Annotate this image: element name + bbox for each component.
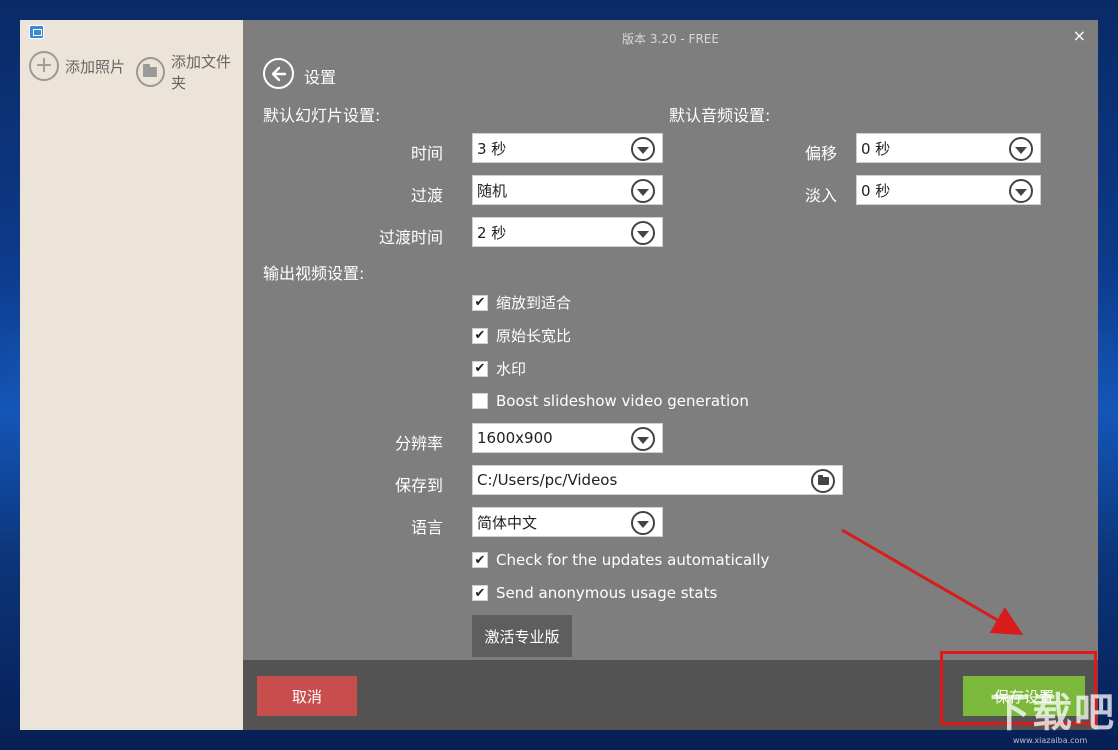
fade-in-value: 0 秒 (861, 181, 891, 200)
version-label: 版本 3.20 - FREE (622, 32, 719, 46)
check-icon: ✔ (474, 552, 486, 568)
chevron-down-icon (1009, 179, 1033, 203)
annotation-arrow (841, 528, 1024, 636)
time-value: 3 秒 (477, 139, 507, 158)
chevron-down-icon (631, 137, 655, 161)
transition-time-value: 2 秒 (477, 223, 507, 242)
checkbox-label: 水印 (496, 360, 527, 378)
time-label: 时间 (410, 144, 443, 163)
activate-pro-button[interactable]: 激活专业版 (472, 615, 572, 657)
app-icon (29, 25, 44, 39)
offset-value: 0 秒 (861, 139, 891, 158)
check-icon: ✔ (474, 585, 486, 601)
checkbox-box[interactable]: ✔ (472, 360, 488, 377)
checkbox-watermark[interactable]: ✔ 水印 (472, 358, 526, 379)
resolution-value: 1600x900 (477, 429, 553, 447)
folder-icon (817, 475, 829, 485)
offset-label: 偏移 (804, 144, 837, 163)
transition-select[interactable]: 随机 (472, 175, 663, 205)
checkbox-box[interactable]: ✔ (472, 585, 488, 601)
plus-icon: + (29, 51, 59, 81)
add-folder-button[interactable]: 添加文件夹 (136, 51, 243, 93)
chevron-down-icon (631, 221, 655, 245)
slideshow-section-title: 默认幻灯片设置: (263, 106, 381, 125)
checkbox-fit-scale[interactable]: ✔ 缩放到适合 (472, 292, 571, 313)
watermark-url: www.xiazaiba.com (1013, 736, 1088, 745)
language-select[interactable]: 简体中文 (472, 507, 663, 537)
fade-in-select[interactable]: 0 秒 (856, 175, 1041, 205)
watermark-logo: 下载吧 (990, 690, 1116, 736)
check-icon: ✔ (474, 361, 486, 376)
fade-in-label: 淡入 (804, 186, 837, 205)
checkbox-box[interactable]: ✔ (472, 294, 488, 311)
check-icon: ✔ (474, 328, 486, 343)
save-path-field[interactable]: C:/Users/pc/Videos (472, 465, 843, 495)
resolution-select[interactable]: 1600x900 (472, 423, 663, 453)
save-path-value: C:/Users/pc/Videos (477, 471, 618, 489)
chevron-down-icon (631, 511, 655, 535)
arrow-left-icon (271, 66, 286, 81)
checkbox-boost-generation[interactable]: Boost slideshow video generation (472, 392, 749, 410)
resolution-label: 分辨率 (394, 434, 443, 453)
add-folder-label: 添加文件夹 (170, 53, 231, 92)
transition-label: 过渡 (410, 186, 443, 205)
transition-value: 随机 (477, 181, 508, 200)
close-icon[interactable]: × (1073, 26, 1086, 45)
output-section-title: 输出视频设置: (263, 264, 365, 283)
checkbox-label: Send anonymous usage stats (496, 584, 718, 602)
chevron-down-icon (631, 427, 655, 451)
checkbox-label: 缩放到适合 (496, 294, 572, 312)
checkbox-box[interactable]: ✔ (472, 552, 488, 568)
save-to-label: 保存到 (394, 476, 443, 495)
folder-icon (136, 57, 165, 87)
checkbox-original-aspect[interactable]: ✔ 原始长宽比 (472, 325, 571, 346)
checkbox-label: Check for the updates automatically (496, 551, 770, 569)
add-photos-label: 添加照片 (65, 57, 126, 76)
language-value: 简体中文 (477, 513, 538, 532)
audio-section-title: 默认音频设置: (669, 106, 771, 125)
offset-select[interactable]: 0 秒 (856, 133, 1041, 163)
chevron-down-icon (1009, 137, 1033, 161)
back-button[interactable] (263, 58, 294, 89)
cancel-button[interactable]: 取消 (257, 676, 357, 716)
page-title: 设置 (304, 68, 337, 87)
checkbox-box[interactable]: ✔ (472, 327, 488, 344)
checkbox-label: 原始长宽比 (496, 327, 572, 345)
time-select[interactable]: 3 秒 (472, 133, 663, 163)
browse-folder-button[interactable] (811, 469, 835, 493)
checkbox-usage-stats[interactable]: ✔ Send anonymous usage stats (472, 584, 717, 602)
checkbox-label: Boost slideshow video generation (496, 392, 749, 410)
add-photos-button[interactable]: + 添加照片 (29, 51, 125, 81)
check-icon: ✔ (474, 295, 486, 310)
photo-list-panel: + 添加照片 添加文件夹 (20, 20, 243, 730)
transition-time-label: 过渡时间 (378, 228, 443, 247)
language-label: 语言 (410, 518, 443, 537)
transition-time-select[interactable]: 2 秒 (472, 217, 663, 247)
checkbox-auto-update[interactable]: ✔ Check for the updates automatically (472, 551, 769, 569)
checkbox-box[interactable] (472, 393, 488, 409)
chevron-down-icon (631, 179, 655, 203)
